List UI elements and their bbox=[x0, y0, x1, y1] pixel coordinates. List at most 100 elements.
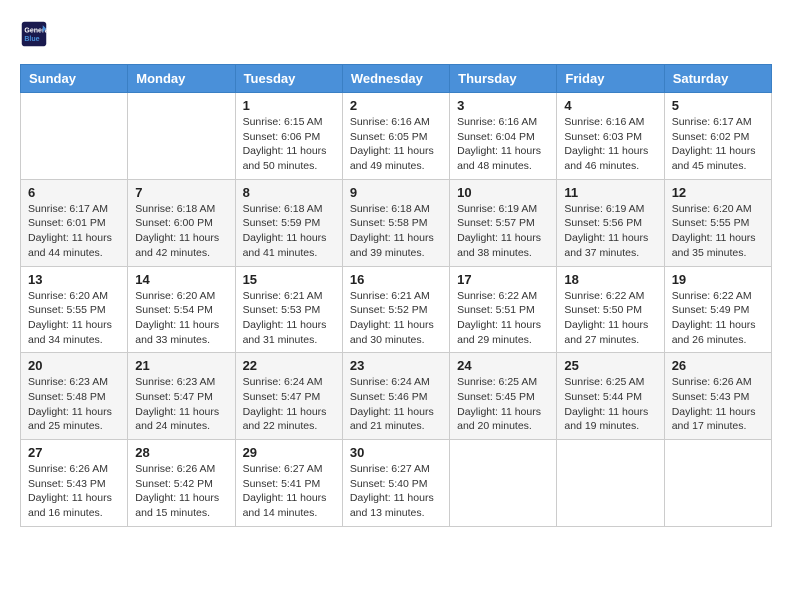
day-cell: 28Sunrise: 6:26 AM Sunset: 5:42 PM Dayli… bbox=[128, 440, 235, 527]
calendar: SundayMondayTuesdayWednesdayThursdayFrid… bbox=[20, 64, 772, 527]
day-number: 16 bbox=[350, 272, 442, 287]
logo-icon: General Blue bbox=[20, 20, 48, 48]
day-info: Sunrise: 6:16 AM Sunset: 6:04 PM Dayligh… bbox=[457, 115, 549, 174]
day-cell: 18Sunrise: 6:22 AM Sunset: 5:50 PM Dayli… bbox=[557, 266, 664, 353]
day-number: 2 bbox=[350, 98, 442, 113]
day-cell: 26Sunrise: 6:26 AM Sunset: 5:43 PM Dayli… bbox=[664, 353, 771, 440]
day-info: Sunrise: 6:15 AM Sunset: 6:06 PM Dayligh… bbox=[243, 115, 335, 174]
day-cell: 12 Sunrise: 6:20 AM Sunset: 5:55 PM Dayli… bbox=[664, 179, 771, 266]
week-row-3: 13 Sunrise: 6:20 AM Sunset: 5:55 PM Dayli… bbox=[21, 266, 772, 353]
day-info: Sunrise: 6:18 AM Sunset: 5:59 PM Dayligh… bbox=[243, 202, 335, 261]
day-number: 17 bbox=[457, 272, 549, 287]
page-header: General Blue bbox=[20, 20, 772, 48]
day-info: Sunrise: 6:18 AM Sunset: 5:58 PM Dayligh… bbox=[350, 202, 442, 261]
day-info: Sunrise: 6:16 AM Sunset: 6:05 PM Dayligh… bbox=[350, 115, 442, 174]
day-cell bbox=[21, 93, 128, 180]
day-header-tuesday: Tuesday bbox=[235, 65, 342, 93]
week-row-2: 6Sunrise: 6:17 AM Sunset: 6:01 PM Daylig… bbox=[21, 179, 772, 266]
day-cell: 6Sunrise: 6:17 AM Sunset: 6:01 PM Daylig… bbox=[21, 179, 128, 266]
day-info: Sunrise: 6:24 AM Sunset: 5:46 PM Dayligh… bbox=[350, 375, 442, 434]
day-info: Sunrise: 6:22 AM Sunset: 5:49 PM Dayligh… bbox=[672, 289, 764, 348]
day-cell: 25 Sunrise: 6:25 AM Sunset: 5:44 PM Dayli… bbox=[557, 353, 664, 440]
day-header-wednesday: Wednesday bbox=[342, 65, 449, 93]
day-cell bbox=[557, 440, 664, 527]
day-number: 21 bbox=[135, 358, 227, 373]
day-info: Sunrise: 6:23 AM Sunset: 5:48 PM Dayligh… bbox=[28, 375, 120, 434]
day-info: Sunrise: 6:25 AM Sunset: 5:45 PM Dayligh… bbox=[457, 375, 549, 434]
day-number: 11 bbox=[564, 185, 656, 200]
day-info: Sunrise: 6:20 AM Sunset: 5:54 PM Dayligh… bbox=[135, 289, 227, 348]
week-row-5: 27 Sunrise: 6:26 AM Sunset: 5:43 PM Dayli… bbox=[21, 440, 772, 527]
day-cell: 21 Sunrise: 6:23 AM Sunset: 5:47 PM Dayli… bbox=[128, 353, 235, 440]
day-number: 7 bbox=[135, 185, 227, 200]
day-number: 30 bbox=[350, 445, 442, 460]
day-number: 12 bbox=[672, 185, 764, 200]
day-number: 25 bbox=[564, 358, 656, 373]
svg-text:Blue: Blue bbox=[24, 36, 39, 43]
day-cell: 22 Sunrise: 6:24 AM Sunset: 5:47 PM Dayli… bbox=[235, 353, 342, 440]
day-cell: 1 Sunrise: 6:15 AM Sunset: 6:06 PM Daylig… bbox=[235, 93, 342, 180]
day-number: 3 bbox=[457, 98, 549, 113]
day-number: 9 bbox=[350, 185, 442, 200]
week-row-1: 1 Sunrise: 6:15 AM Sunset: 6:06 PM Daylig… bbox=[21, 93, 772, 180]
day-cell: 5 Sunrise: 6:17 AM Sunset: 6:02 PM Daylig… bbox=[664, 93, 771, 180]
day-info: Sunrise: 6:22 AM Sunset: 5:51 PM Dayligh… bbox=[457, 289, 549, 348]
day-number: 22 bbox=[243, 358, 335, 373]
day-cell: 29Sunrise: 6:27 AM Sunset: 5:41 PM Dayli… bbox=[235, 440, 342, 527]
day-number: 13 bbox=[28, 272, 120, 287]
day-info: Sunrise: 6:19 AM Sunset: 5:56 PM Dayligh… bbox=[564, 202, 656, 261]
day-info: Sunrise: 6:19 AM Sunset: 5:57 PM Dayligh… bbox=[457, 202, 549, 261]
day-number: 4 bbox=[564, 98, 656, 113]
day-info: Sunrise: 6:26 AM Sunset: 5:43 PM Dayligh… bbox=[28, 462, 120, 521]
calendar-header-row: SundayMondayTuesdayWednesdayThursdayFrid… bbox=[21, 65, 772, 93]
day-info: Sunrise: 6:26 AM Sunset: 5:42 PM Dayligh… bbox=[135, 462, 227, 521]
day-header-sunday: Sunday bbox=[21, 65, 128, 93]
day-header-monday: Monday bbox=[128, 65, 235, 93]
day-cell: 13 Sunrise: 6:20 AM Sunset: 5:55 PM Dayli… bbox=[21, 266, 128, 353]
day-number: 6 bbox=[28, 185, 120, 200]
day-number: 1 bbox=[243, 98, 335, 113]
day-cell bbox=[128, 93, 235, 180]
logo: General Blue bbox=[20, 20, 52, 48]
day-header-friday: Friday bbox=[557, 65, 664, 93]
day-info: Sunrise: 6:23 AM Sunset: 5:47 PM Dayligh… bbox=[135, 375, 227, 434]
day-cell: 24 Sunrise: 6:25 AM Sunset: 5:45 PM Dayli… bbox=[450, 353, 557, 440]
day-number: 24 bbox=[457, 358, 549, 373]
day-info: Sunrise: 6:21 AM Sunset: 5:52 PM Dayligh… bbox=[350, 289, 442, 348]
day-number: 29 bbox=[243, 445, 335, 460]
day-cell: 14Sunrise: 6:20 AM Sunset: 5:54 PM Dayli… bbox=[128, 266, 235, 353]
day-info: Sunrise: 6:20 AM Sunset: 5:55 PM Dayligh… bbox=[672, 202, 764, 261]
day-cell: 19Sunrise: 6:22 AM Sunset: 5:49 PM Dayli… bbox=[664, 266, 771, 353]
day-number: 8 bbox=[243, 185, 335, 200]
day-info: Sunrise: 6:25 AM Sunset: 5:44 PM Dayligh… bbox=[564, 375, 656, 434]
day-number: 27 bbox=[28, 445, 120, 460]
day-info: Sunrise: 6:18 AM Sunset: 6:00 PM Dayligh… bbox=[135, 202, 227, 261]
day-info: Sunrise: 6:21 AM Sunset: 5:53 PM Dayligh… bbox=[243, 289, 335, 348]
day-info: Sunrise: 6:24 AM Sunset: 5:47 PM Dayligh… bbox=[243, 375, 335, 434]
day-cell: 30Sunrise: 6:27 AM Sunset: 5:40 PM Dayli… bbox=[342, 440, 449, 527]
day-cell: 10 Sunrise: 6:19 AM Sunset: 5:57 PM Dayli… bbox=[450, 179, 557, 266]
day-header-thursday: Thursday bbox=[450, 65, 557, 93]
day-number: 18 bbox=[564, 272, 656, 287]
day-cell: 17 Sunrise: 6:22 AM Sunset: 5:51 PM Dayli… bbox=[450, 266, 557, 353]
day-cell: 16 Sunrise: 6:21 AM Sunset: 5:52 PM Dayli… bbox=[342, 266, 449, 353]
day-info: Sunrise: 6:26 AM Sunset: 5:43 PM Dayligh… bbox=[672, 375, 764, 434]
day-cell bbox=[450, 440, 557, 527]
day-cell: 4 Sunrise: 6:16 AM Sunset: 6:03 PM Daylig… bbox=[557, 93, 664, 180]
day-cell: 3 Sunrise: 6:16 AM Sunset: 6:04 PM Daylig… bbox=[450, 93, 557, 180]
day-cell: 11 Sunrise: 6:19 AM Sunset: 5:56 PM Dayli… bbox=[557, 179, 664, 266]
day-info: Sunrise: 6:16 AM Sunset: 6:03 PM Dayligh… bbox=[564, 115, 656, 174]
day-cell: 15 Sunrise: 6:21 AM Sunset: 5:53 PM Dayli… bbox=[235, 266, 342, 353]
day-number: 23 bbox=[350, 358, 442, 373]
day-cell: 23 Sunrise: 6:24 AM Sunset: 5:46 PM Dayli… bbox=[342, 353, 449, 440]
day-number: 15 bbox=[243, 272, 335, 287]
day-cell: 27 Sunrise: 6:26 AM Sunset: 5:43 PM Dayli… bbox=[21, 440, 128, 527]
day-cell bbox=[664, 440, 771, 527]
day-info: Sunrise: 6:17 AM Sunset: 6:02 PM Dayligh… bbox=[672, 115, 764, 174]
day-number: 5 bbox=[672, 98, 764, 113]
day-info: Sunrise: 6:20 AM Sunset: 5:55 PM Dayligh… bbox=[28, 289, 120, 348]
day-number: 10 bbox=[457, 185, 549, 200]
day-cell: 7 Sunrise: 6:18 AM Sunset: 6:00 PM Daylig… bbox=[128, 179, 235, 266]
week-row-4: 20Sunrise: 6:23 AM Sunset: 5:48 PM Dayli… bbox=[21, 353, 772, 440]
day-cell: 9 Sunrise: 6:18 AM Sunset: 5:58 PM Daylig… bbox=[342, 179, 449, 266]
